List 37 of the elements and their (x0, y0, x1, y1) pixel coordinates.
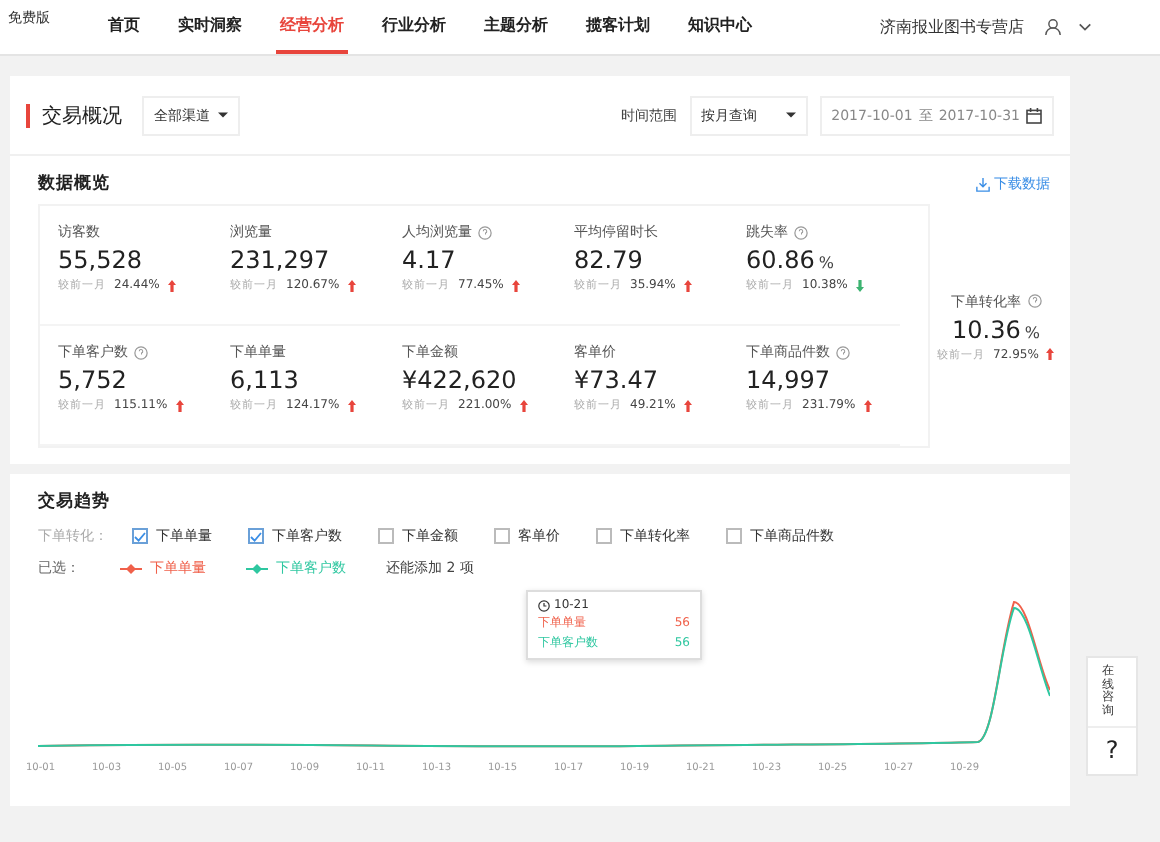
caret-icon (218, 112, 228, 118)
store-name: 济南报业图书专营店 (880, 16, 1024, 38)
help-icon[interactable] (478, 225, 492, 239)
clock-icon (538, 599, 550, 611)
metric-value: 60.86 % (746, 246, 836, 274)
caret-icon (785, 112, 796, 118)
nav-tab[interactable]: 主题分析 (480, 0, 552, 54)
nav-tab[interactable]: 行业分析 (378, 0, 450, 54)
nav-tab[interactable]: 经营分析 (276, 0, 348, 54)
help-icon[interactable] (836, 345, 850, 359)
metric-value: ¥422,620 (402, 366, 519, 394)
help-icon[interactable] (1027, 294, 1041, 308)
nav-tab[interactable]: 首页 (104, 0, 144, 54)
calendar-icon (1026, 107, 1042, 123)
help-icon[interactable] (134, 345, 148, 359)
metric-value: 4.17 (402, 246, 458, 274)
overview-title: 数据概览 (38, 172, 110, 196)
metric-value: 10.36 % (952, 315, 1040, 343)
metric-value: 82.79 (574, 246, 645, 274)
checkmark-icon (250, 531, 262, 541)
nav-tab[interactable]: 揽客计划 (582, 0, 654, 54)
section-title: 交易概况 (42, 103, 122, 129)
download-icon (976, 177, 990, 191)
nav-tab[interactable]: 知识中心 (684, 0, 756, 54)
nav-tab[interactable]: 实时洞察 (174, 0, 246, 54)
metric-value: 6,113 (230, 366, 301, 394)
metric-value: 231,297 (230, 246, 332, 274)
metric-value: 55,528 (58, 246, 144, 274)
help-icon[interactable] (794, 225, 808, 239)
metric-value: 5,752 (58, 366, 129, 394)
help-button[interactable]: ? (1088, 726, 1136, 765)
chevron-down-icon[interactable] (1078, 22, 1092, 32)
metric-value: 14,997 (746, 366, 832, 394)
user-icon[interactable] (1044, 18, 1062, 36)
trend-title: 交易趋势 (38, 490, 112, 514)
metric-value: ¥73.47 (574, 366, 660, 394)
checkmark-icon (134, 531, 146, 541)
